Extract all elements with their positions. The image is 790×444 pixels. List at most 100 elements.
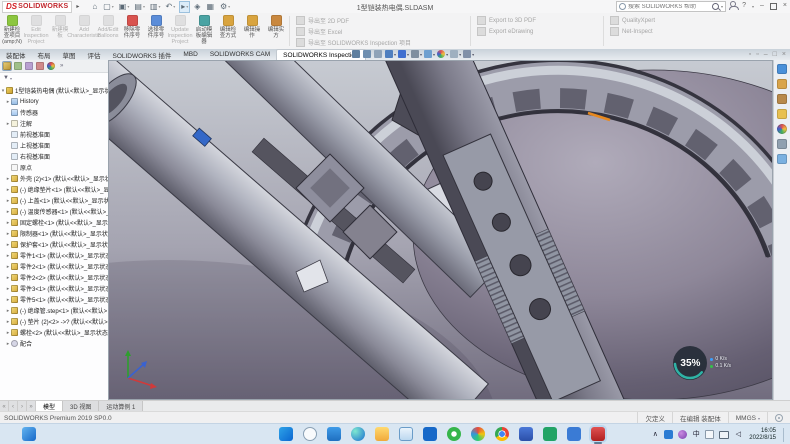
custom-properties-icon[interactable] bbox=[777, 139, 787, 149]
browser-colorful-icon[interactable] bbox=[471, 427, 485, 441]
hud-item[interactable]: ▾ bbox=[437, 50, 448, 58]
ribbon-tab[interactable]: 布局 bbox=[32, 49, 57, 60]
new-file-icon[interactable]: ▢ ▾ bbox=[102, 1, 115, 12]
dimxpertmanager-tab[interactable] bbox=[36, 62, 44, 70]
doc-minimize-icon[interactable]: – bbox=[764, 50, 768, 59]
tree-item[interactable]: ▸ 保护套<1> (默认<<默认>_显示状 bbox=[0, 239, 108, 250]
show-desktop-button[interactable] bbox=[783, 428, 786, 442]
restore-button[interactable] bbox=[770, 3, 777, 10]
undo-icon[interactable]: ↶ ▾ bbox=[165, 1, 177, 12]
app-green-s-icon[interactable] bbox=[543, 427, 557, 441]
solidworks-taskbar-icon[interactable] bbox=[591, 427, 605, 441]
hud-item[interactable]: ▾ bbox=[385, 50, 396, 58]
propertymanager-tab[interactable] bbox=[14, 62, 22, 70]
view-palette-icon[interactable] bbox=[777, 109, 787, 119]
sign-in-icon[interactable] bbox=[730, 1, 736, 7]
hidden-icons-chevron[interactable]: ∧ bbox=[651, 430, 659, 440]
ribbon-button[interactable]: 启动模 板编辑 器 bbox=[192, 13, 216, 49]
ribbon-button[interactable]: 新建检 查项目 (amp;N) bbox=[0, 13, 24, 49]
ribbon-tab[interactable]: SOLIDWORKS 插件 bbox=[107, 49, 178, 60]
display-tray-icon[interactable] bbox=[719, 431, 729, 439]
doc-window-icon[interactable]: ▫ bbox=[749, 50, 751, 59]
help-button[interactable]: ? bbox=[742, 2, 746, 10]
search-input[interactable] bbox=[628, 4, 710, 10]
file-properties-icon[interactable]: ▦ bbox=[205, 1, 216, 12]
tree-item[interactable]: 右视基准面 bbox=[0, 151, 108, 162]
tree-item[interactable]: ▸ History bbox=[0, 96, 108, 107]
displaymanager-tab[interactable] bbox=[47, 62, 55, 70]
filter-dropdown-icon[interactable]: ▾ bbox=[10, 76, 12, 81]
print-icon[interactable]: ▥ ▾ bbox=[149, 1, 162, 12]
tree-item[interactable]: ▸ (-) 垫片 (2)<2> ->? (默认<<默认> bbox=[0, 316, 108, 327]
file-explorer-icon[interactable] bbox=[375, 427, 389, 441]
doc-close-icon[interactable]: × bbox=[782, 50, 786, 59]
search-scope-icon[interactable] bbox=[619, 3, 626, 10]
hud-item[interactable] bbox=[363, 50, 372, 58]
save-icon[interactable]: ▤ ▾ bbox=[133, 1, 146, 12]
tree-item[interactable]: ▸ 螺栓<2> (默认<<默认>_显示状态 bbox=[0, 327, 108, 338]
featuremanager-tab[interactable] bbox=[3, 62, 11, 70]
search-dropdown-icon[interactable]: ▾ bbox=[721, 4, 723, 9]
hud-item[interactable] bbox=[374, 50, 383, 58]
ribbon-button[interactable]: 移除零 件序号 bbox=[120, 13, 144, 49]
doc-window-icon[interactable]: ▫ bbox=[756, 50, 758, 59]
tree-item[interactable]: 传感器 bbox=[0, 107, 108, 118]
ribbon-button[interactable]: Update Inspection Project bbox=[168, 13, 192, 49]
status-notification-icon[interactable] bbox=[775, 414, 783, 422]
tree-filter-row[interactable]: ▼ ▾ bbox=[0, 73, 108, 83]
widgets-button[interactable] bbox=[22, 427, 36, 441]
rebuild-icon[interactable]: ◈ bbox=[193, 1, 202, 12]
ribbon-button[interactable]: 选择零 件序号 bbox=[144, 13, 168, 49]
chrome-icon[interactable] bbox=[495, 427, 509, 441]
hud-item[interactable]: ▾ bbox=[450, 50, 461, 58]
tree-item[interactable]: ▸ (-) 绝缘管.step<1> (默认<<默认> bbox=[0, 305, 108, 316]
security-shield-icon[interactable] bbox=[664, 430, 673, 439]
solidworks-logo[interactable]: DS SOLIDWORKS bbox=[2, 1, 72, 13]
menu-flyout-arrow-icon[interactable]: ▸ bbox=[76, 3, 79, 10]
ribbon-button[interactable]: Edit Inspection Project bbox=[24, 13, 48, 49]
help-dropdown-icon[interactable]: ▾ bbox=[752, 4, 754, 9]
start-button[interactable] bbox=[279, 427, 293, 441]
tree-item[interactable]: ▸ 零件5<1> (默认<<默认>_显示状态 bbox=[0, 294, 108, 305]
tree-item[interactable]: 前视基准面 bbox=[0, 129, 108, 140]
ribbon-menu-item[interactable]: QualityXpert bbox=[610, 16, 705, 25]
minimize-button[interactable]: – bbox=[760, 2, 764, 10]
hud-item[interactable]: ▾ bbox=[463, 50, 474, 58]
hud-item[interactable] bbox=[352, 50, 361, 58]
hud-item[interactable]: ▾ bbox=[411, 50, 422, 58]
tree-item[interactable]: ▸ 零件2<2> (默认<<默认>_显示状态 bbox=[0, 272, 108, 283]
ribbon-menu-item[interactable]: Net-Inspect bbox=[610, 27, 705, 36]
appearances-scenes-icon[interactable] bbox=[777, 124, 787, 134]
tree-item[interactable]: 上视基准面 bbox=[0, 140, 108, 151]
tree-item[interactable]: ▸ (-) 上盖<1> (默认<<默认>_显示状 bbox=[0, 195, 108, 206]
tree-item[interactable]: ▸ (-) 温度传感器<1> (默认<<默认>_ bbox=[0, 206, 108, 217]
task-view-button[interactable] bbox=[327, 427, 341, 441]
store-icon[interactable] bbox=[423, 427, 437, 441]
tree-item[interactable]: ▸ 固定螺栓<1> (默认<<默认>_显示 bbox=[0, 217, 108, 228]
ime-indicator[interactable]: 中 bbox=[692, 430, 700, 440]
close-button[interactable]: × bbox=[783, 2, 787, 10]
search-icon[interactable] bbox=[712, 3, 719, 10]
ribbon-button[interactable]: 编辑检 查方式 bbox=[216, 13, 240, 49]
ribbon-menu-item[interactable]: 导出至 Excel bbox=[296, 27, 464, 36]
tree-item[interactable]: ▸ (-) 绝缘垫片<1> (默认<<默认>_显 bbox=[0, 184, 108, 195]
design-library-icon[interactable] bbox=[777, 79, 787, 89]
search-box[interactable]: ▾ bbox=[616, 1, 726, 12]
forum-icon[interactable] bbox=[777, 154, 787, 164]
monitor-app-icon[interactable] bbox=[519, 427, 533, 441]
file-explorer-pane-icon[interactable] bbox=[777, 94, 787, 104]
tree-item[interactable]: ▸ 限制器<1> (默认<<默认>_显示状 bbox=[0, 228, 108, 239]
color-ball-icon[interactable] bbox=[678, 430, 687, 439]
ribbon-menu-item[interactable]: 导出至 2D PDF bbox=[296, 16, 464, 25]
ribbon-menu-item[interactable]: Export to 3D PDF bbox=[477, 16, 597, 25]
volume-icon[interactable]: ◁ bbox=[734, 430, 742, 440]
tree-item[interactable]: ▸ 外壳 (2)<1> (默认<<默认>_显示状 bbox=[0, 173, 108, 184]
ribbon-menu-item[interactable]: Export eDrawing bbox=[477, 27, 597, 36]
tree-item[interactable]: ▸ 零件3<1> (默认<<默认>_显示状态 bbox=[0, 283, 108, 294]
mail-icon[interactable] bbox=[399, 427, 413, 441]
language-bar-icon[interactable] bbox=[705, 430, 714, 439]
ribbon-tab[interactable]: MBD bbox=[177, 49, 203, 60]
tree-item[interactable]: ▸ 配合 bbox=[0, 338, 108, 349]
resources-home-icon[interactable] bbox=[777, 64, 787, 74]
ribbon-button[interactable]: Add Characteristic bbox=[72, 13, 96, 49]
